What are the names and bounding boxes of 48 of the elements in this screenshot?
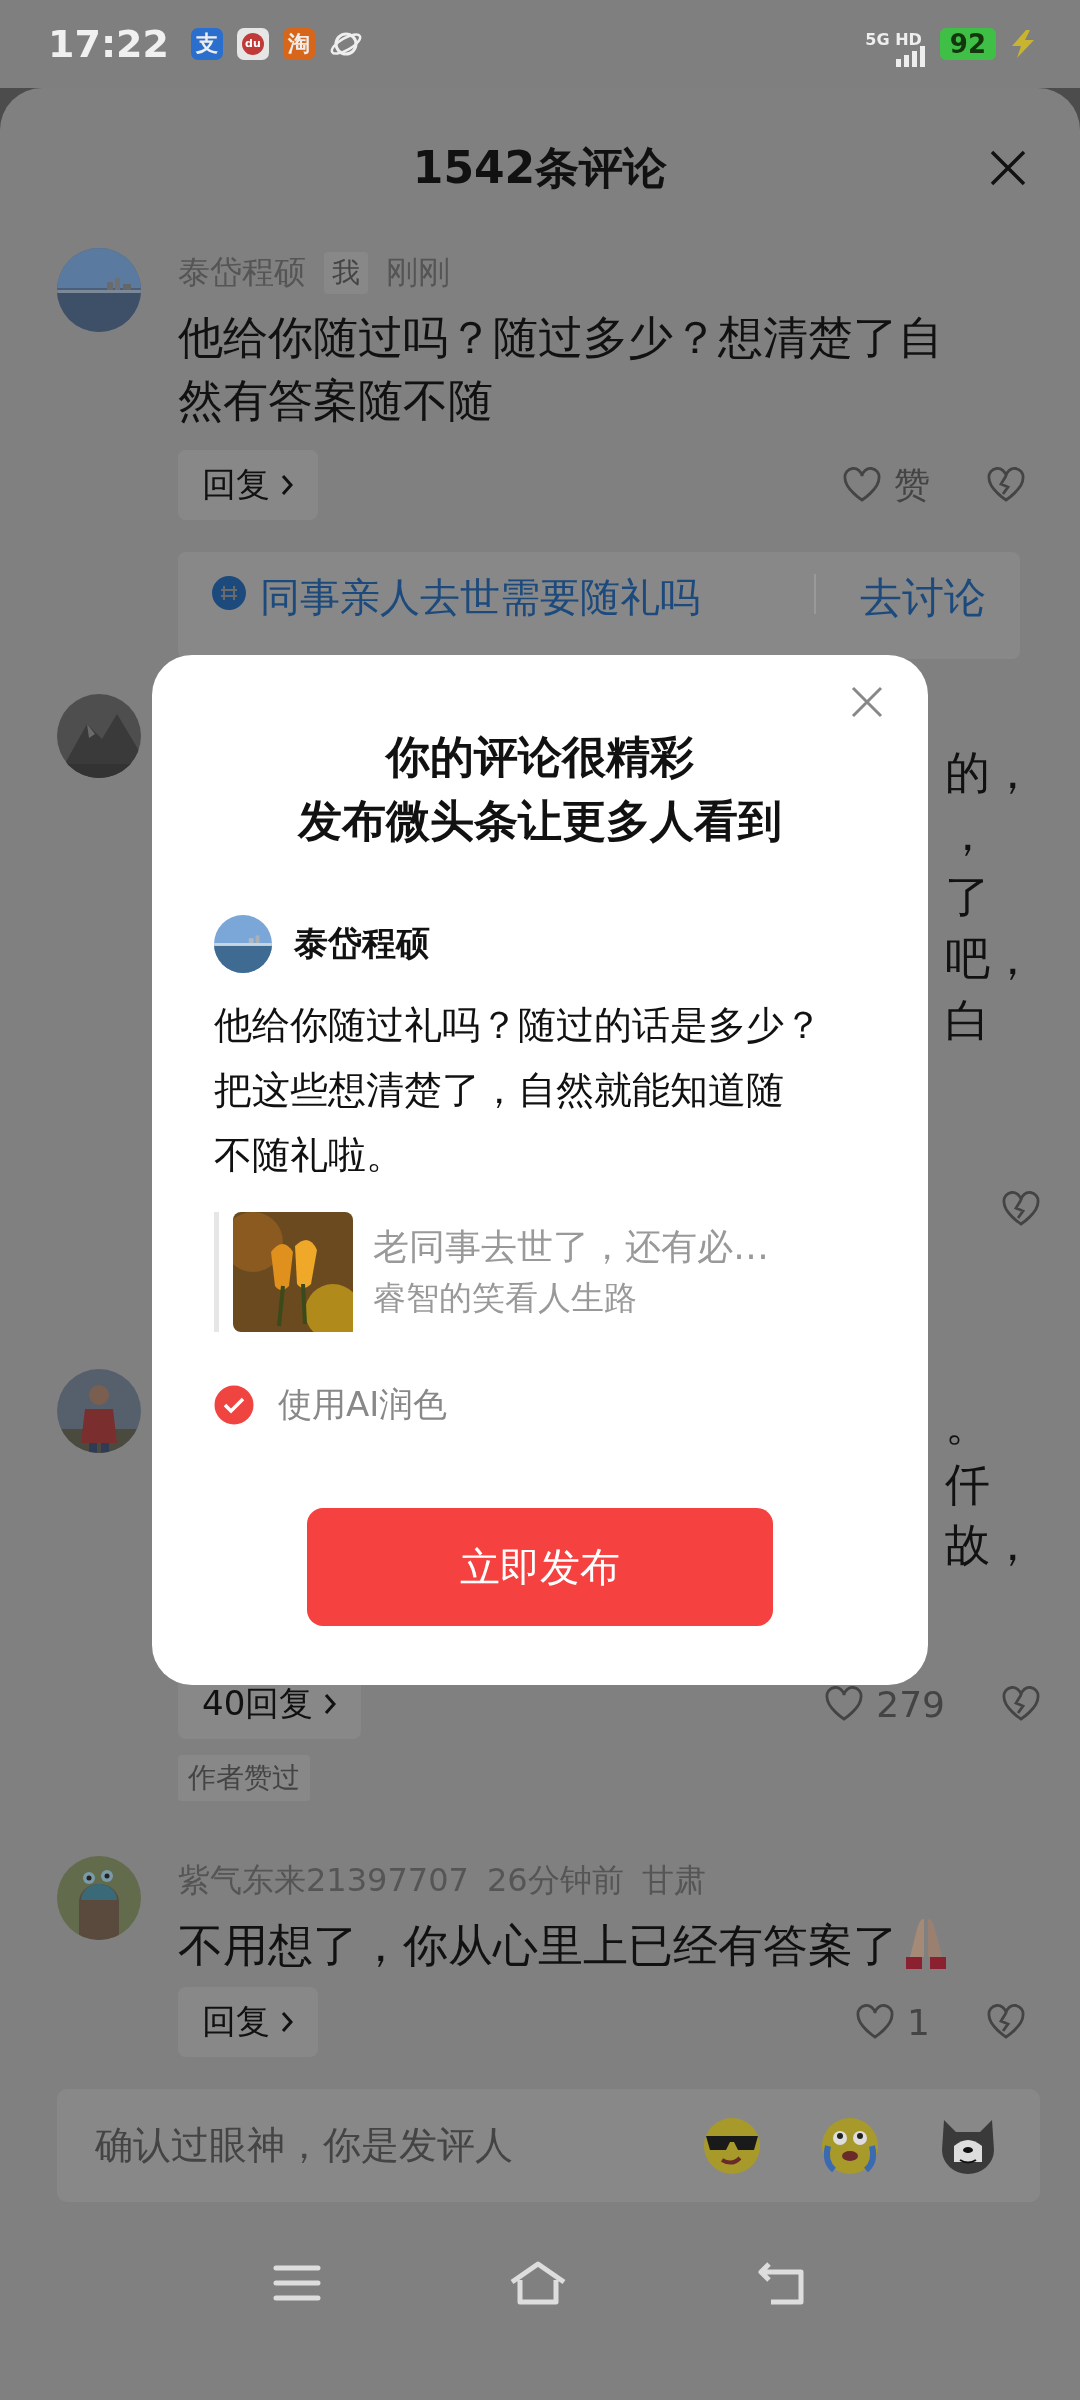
topic-bar[interactable]: 同事亲人去世需要随礼吗 去讨论: [178, 552, 1020, 659]
comment-text-fragment: 了: [945, 869, 991, 925]
article-title: 老同事去世了，还有必…: [373, 1225, 769, 1269]
status-time: 17:22: [48, 22, 169, 66]
checkbox[interactable]: [214, 1385, 254, 1425]
home-icon[interactable]: [508, 2260, 568, 2306]
sheet-title: 1542条评论: [412, 140, 668, 195]
comment-text: 不用想了，你从心里上已经有答案了: [178, 1918, 898, 1974]
reply-button[interactable]: 回复: [178, 450, 318, 520]
app-icon: du: [236, 28, 269, 60]
comment-text: 他给你随过吗？随过多少？想清楚了自然有答案随不随: [178, 310, 944, 429]
battery-level: 92: [939, 28, 996, 60]
menu-icon[interactable]: [273, 2263, 322, 2303]
author-badge: 我: [324, 252, 368, 294]
comment-text-fragment: 白: [945, 993, 991, 1049]
comment-text-fragment: ，: [945, 807, 991, 863]
like-count: 赞: [894, 462, 930, 507]
comment-text-fragment: 。: [945, 1397, 991, 1453]
chevron-icon: [323, 1692, 338, 1716]
like-count: 1: [907, 2001, 930, 2043]
reply-button[interactable]: 回复: [178, 1987, 318, 2057]
dialog-title: 你的评论很精彩 发布微头条让更多人看到: [298, 730, 782, 848]
comment-text-fragment: 的，: [945, 745, 1035, 801]
heart-icon[interactable]: [855, 2004, 896, 2040]
app-icon: 淘: [282, 28, 315, 60]
topic-icon: [212, 576, 246, 610]
author-liked-tag: 作者赞过: [178, 1755, 310, 1801]
signal-icon: [895, 45, 926, 67]
heart-icon[interactable]: [842, 467, 882, 503]
comment-text: 他给你随过礼吗？随过的话是多少？ 把这些想清楚了，自然就能知道随 不随礼啦。: [214, 1002, 822, 1179]
author-name: 泰岱程硕: [294, 922, 430, 965]
comment-text-fragment: 仟: [945, 1457, 991, 1513]
topic-title[interactable]: 同事亲人去世需要随礼吗: [260, 570, 700, 625]
comment-input-field[interactable]: 确认过眼神，你是发评人: [57, 2089, 1040, 2202]
article-author: 睿智的笑看人生路: [373, 1277, 638, 1319]
discuss-link[interactable]: 去讨论: [860, 570, 986, 626]
close-icon[interactable]: [850, 685, 884, 719]
app-icon: 支: [190, 28, 223, 60]
chevron-icon: [280, 2010, 294, 2034]
publish-button[interactable]: 立即发布: [307, 1508, 773, 1626]
heart-icon[interactable]: [824, 1686, 865, 1722]
comment-text-fragment: 故，: [945, 1517, 1035, 1573]
ai-polish-label: 使用AI润色: [278, 1383, 448, 1426]
network-label: 5G HD: [865, 30, 922, 49]
like-count: 279: [876, 1683, 945, 1725]
comment-text-fragment: 吧，: [945, 931, 1035, 987]
close-icon[interactable]: [988, 148, 1028, 188]
chevron-icon: [280, 473, 294, 497]
